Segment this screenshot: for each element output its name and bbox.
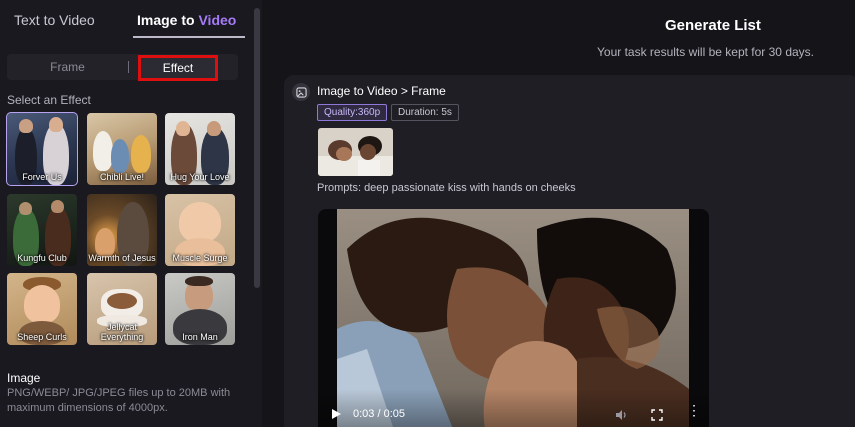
fullscreen-icon[interactable] [651,408,663,426]
effect-card-iron-man[interactable]: Iron Man [165,273,235,345]
effect-card-forver-us[interactable]: Forver Us [6,112,78,186]
active-tab-underline [133,36,245,38]
app-root: Text to Video Image to Video Frame Effec… [0,0,855,427]
effect-name: Kungfu Club [17,253,67,263]
quality-badge: Quality:360p [317,104,388,121]
duration-badge: Duration: 5s [391,104,459,121]
effect-name: Iron Man [182,332,218,342]
source-image-thumbnail[interactable] [318,128,393,176]
effect-option[interactable]: Effect [138,55,218,81]
effect-card-hug-your-love[interactable]: Hug Your Love [165,113,235,185]
effect-name: Chibli Live! [99,172,145,182]
video-time: 0:03 / 0:05 [353,408,405,420]
effect-name: Sheep Curls [17,332,67,342]
effect-name: Muscle Surge [172,253,228,263]
effect-name: Jellycat Everything [100,322,144,342]
tab-text-to-video[interactable]: Text to Video [14,12,95,28]
effect-name: Hug Your Love [170,172,230,182]
effect-card-sheep-curls[interactable]: Sheep Curls [7,273,77,345]
tab-image-to-label: Image to [137,12,195,28]
effect-card-muscle-surge[interactable]: Muscle Surge [165,194,235,266]
select-effect-label: Select an Effect [7,93,91,107]
tab-image-to-video[interactable]: Image to Video [137,12,236,28]
toggle-divider [128,61,129,73]
task-title: Image to Video > Frame [317,84,446,98]
video-player[interactable]: 0:03 / 0:05 ⋮ [318,209,709,427]
right-panel: Generate List Your task results will be … [262,0,855,427]
effect-card-chibli-live[interactable]: Chibli Live! [87,113,157,185]
generate-list-title: Generate List [665,17,761,34]
generate-list-subtitle: Your task results will be kept for 30 da… [597,45,814,59]
image-to-video-icon [292,83,310,101]
more-options-icon[interactable]: ⋮ [687,403,701,417]
left-panel: Text to Video Image to Video Frame Effec… [0,0,262,427]
mode-tabs: Text to Video Image to Video [0,0,248,40]
video-controls: 0:03 / 0:05 ⋮ [318,389,709,427]
left-panel-scrollbar[interactable] [254,8,260,288]
effect-name: Forver Us [22,172,62,182]
effect-name: Warmth of Jesus [88,253,156,263]
task-card: Image to Video > Frame Quality:360p Dura… [284,75,855,427]
frame-option[interactable]: Frame [7,54,128,80]
prompt-text: Prompts: deep passionate kiss with hands… [317,182,576,194]
effect-card-kungfu-club[interactable]: Kungfu Club [7,194,77,266]
volume-icon[interactable] [615,408,628,426]
frame-effect-toggle: Frame Effect [7,54,238,81]
image-section-label: Image [7,371,41,385]
effect-card-jellycat-everything[interactable]: Jellycat Everything [87,273,157,345]
play-icon[interactable] [332,409,341,419]
image-requirements: PNG/WEBP/ JPG/JPEG files up to 20MB with… [7,387,231,414]
effect-card-warmth-of-jesus[interactable]: Warmth of Jesus [87,194,157,266]
tab-video-label: Video [198,12,237,28]
